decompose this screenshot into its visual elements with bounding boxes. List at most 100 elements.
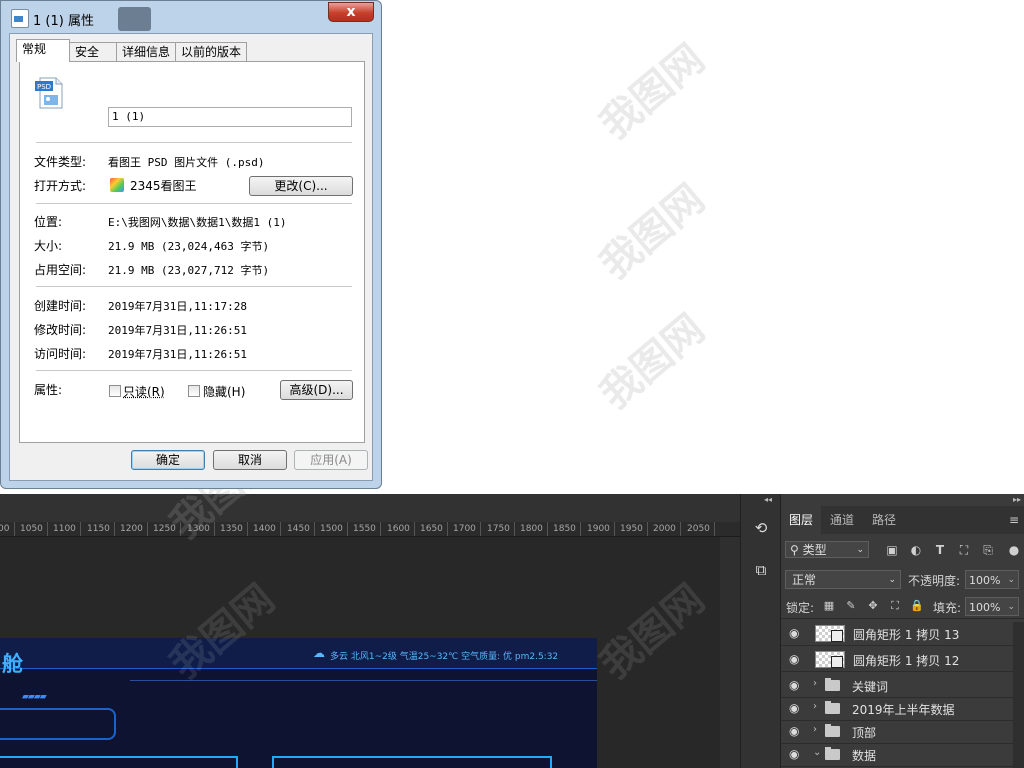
created-value: 2019年7月31日,11:17:28: [108, 300, 247, 313]
tab-previous-versions[interactable]: 以前的版本: [175, 42, 247, 61]
layer-group-row[interactable]: ◉ ⌄ 数据: [781, 743, 1013, 767]
chevron-right-icon[interactable]: ›: [813, 724, 817, 735]
lock-transparency-icon[interactable]: ▦: [822, 599, 836, 613]
accessed-value: 2019年7月31日,11:26:51: [108, 348, 247, 361]
artwork-line: [130, 680, 597, 681]
opacity-input[interactable]: 100% ⌄: [965, 570, 1019, 589]
hidden-checkbox[interactable]: [188, 385, 200, 397]
hidden-label[interactable]: 隐藏(H): [203, 383, 245, 400]
visibility-eye-icon[interactable]: ◉: [789, 678, 799, 692]
pixel-filter-icon[interactable]: ▣: [885, 543, 899, 557]
artwork-line: [236, 756, 238, 768]
artwork-canvas[interactable]: 舱 ☁ 多云 北风1~2级 气温25~32℃ 空气质量: 优 pm2.5:32 …: [0, 638, 597, 768]
layer-group-row[interactable]: ◉ › 2019年上半年数据: [781, 697, 1013, 721]
file-icon: [11, 9, 29, 28]
shape-layer-badge-icon: [831, 630, 843, 642]
opacity-label: 不透明度:: [908, 574, 961, 588]
artwork-line: [272, 756, 274, 768]
ruler-label: 1950: [620, 524, 643, 534]
tab-paths[interactable]: 路径: [865, 506, 903, 534]
ok-button[interactable]: 确定: [131, 450, 205, 470]
psd-file-icon: PSD: [35, 77, 63, 109]
layers-scrollbar[interactable]: [1013, 622, 1024, 768]
collapse-arrows-icon[interactable]: ▸▸: [1013, 495, 1021, 504]
layers-list: ◉ 圆角矩形 1 拷贝 13 ◉ 圆角矩形 1 拷贝 12 ◉ › 关键词 ◉ …: [781, 622, 1013, 768]
chevron-down-icon[interactable]: ⌄: [813, 747, 821, 758]
dialog-title: 1 (1) 属性: [33, 14, 94, 29]
smart-object-filter-icon[interactable]: ⎘: [981, 543, 995, 557]
disk-size-value: 21.9 MB (23,027,712 字节): [108, 264, 270, 277]
chevron-right-icon[interactable]: ›: [813, 678, 817, 689]
size-label: 大小:: [34, 239, 63, 253]
ruler-label: 1650: [420, 524, 443, 534]
fill-input[interactable]: 100% ⌄: [965, 597, 1019, 616]
canvas-scrollbar[interactable]: [720, 537, 740, 768]
close-button[interactable]: x: [328, 2, 374, 22]
location-value: E:\我图网\数据\数据1\数据1 (1): [108, 216, 287, 229]
ruler-label: 1700: [453, 524, 476, 534]
layer-group-row[interactable]: ◉ › 顶部: [781, 720, 1013, 744]
readonly-label[interactable]: 只读(R): [123, 383, 165, 400]
dialog-client-area: 常规 安全 详细信息 以前的版本 PSD 1 (1) 文件类型: 看图王 PSD…: [9, 33, 373, 481]
modified-value: 2019年7月31日,11:26:51: [108, 324, 247, 337]
panel-menu-icon[interactable]: ≡: [1009, 513, 1019, 527]
group-name: 数据: [852, 749, 877, 763]
lock-artboard-icon[interactable]: ⛶: [888, 599, 902, 613]
lock-pixels-icon[interactable]: ✎: [844, 599, 858, 613]
tab-general[interactable]: 常规: [16, 39, 70, 62]
opacity-value: 100%: [969, 574, 1001, 587]
tab-security[interactable]: 安全: [69, 42, 117, 61]
file-name-input[interactable]: 1 (1): [108, 107, 352, 127]
chevron-right-icon[interactable]: ›: [813, 701, 817, 712]
properties-icon[interactable]: ⧉: [751, 560, 771, 580]
filter-toggle-icon[interactable]: ●: [1007, 543, 1021, 557]
layers-panel: ▸▸ 图层 通道 路径 ≡ ⚲ 类型 ⌄ ▣ ◐ T ⛶ ⎘ ● 正常 ⌄ 不透…: [780, 494, 1024, 768]
fill-label: 填充:: [933, 601, 962, 615]
shape-layer-badge-icon: [831, 656, 843, 668]
apply-button[interactable]: 应用(A): [294, 450, 368, 470]
tab-layers[interactable]: 图层: [781, 506, 821, 534]
file-type-value: 看图王 PSD 图片文件 (.psd): [108, 156, 265, 169]
cancel-button[interactable]: 取消: [213, 450, 287, 470]
adjustment-filter-icon[interactable]: ◐: [909, 543, 923, 557]
layer-row[interactable]: ◉ 圆角矩形 1 拷贝 12: [781, 648, 1013, 672]
psd-badge-text: PSD: [37, 83, 51, 91]
folder-icon: [825, 678, 840, 691]
panel-tabs: 图层 通道 路径 ≡: [781, 506, 1024, 534]
lock-label: 锁定:: [786, 601, 815, 615]
kind-filter-select[interactable]: ⚲ 类型 ⌄: [785, 541, 869, 558]
visibility-eye-icon[interactable]: ◉: [789, 747, 799, 761]
change-button[interactable]: 更改(C)...: [249, 176, 353, 196]
visibility-eye-icon[interactable]: ◉: [789, 701, 799, 715]
visibility-eye-icon[interactable]: ◉: [789, 652, 799, 666]
tab-channels[interactable]: 通道: [823, 506, 861, 534]
lock-all-icon[interactable]: 🔒: [910, 599, 924, 613]
lock-position-icon[interactable]: ✥: [866, 599, 880, 613]
separator: [36, 142, 352, 143]
advanced-button[interactable]: 高级(D)...: [280, 380, 353, 400]
watermark: 我图网: [591, 35, 714, 149]
layer-row[interactable]: ◉ 圆角矩形 1 拷贝 13: [781, 622, 1013, 646]
ruler-label: 00: [0, 524, 10, 534]
readonly-checkbox[interactable]: [109, 385, 121, 397]
document-tab-bar: [0, 494, 740, 522]
artwork-line: [272, 756, 552, 758]
horizontal-ruler[interactable]: 00 1050 1100 1150 1200 1250 1300 1350 14…: [0, 522, 740, 537]
visibility-eye-icon[interactable]: ◉: [789, 724, 799, 738]
collapse-arrows-icon[interactable]: ◂◂: [764, 495, 772, 504]
search-icon: ⚲: [790, 543, 799, 557]
modified-label: 修改时间:: [34, 323, 87, 337]
ruler-label: 1150: [87, 524, 110, 534]
shape-filter-icon[interactable]: ⛶: [957, 543, 971, 557]
group-name: 顶部: [852, 726, 877, 740]
blend-mode-select[interactable]: 正常 ⌄: [785, 570, 901, 589]
history-icon[interactable]: ⟲: [751, 518, 771, 538]
ruler-label: 1900: [587, 524, 610, 534]
separator: [36, 286, 352, 287]
separator: [36, 203, 352, 204]
type-filter-icon[interactable]: T: [933, 543, 947, 557]
layer-group-row[interactable]: ◉ › 关键词: [781, 674, 1013, 698]
visibility-eye-icon[interactable]: ◉: [789, 626, 799, 640]
tab-details[interactable]: 详细信息: [116, 42, 176, 61]
artwork-line: [0, 756, 238, 758]
